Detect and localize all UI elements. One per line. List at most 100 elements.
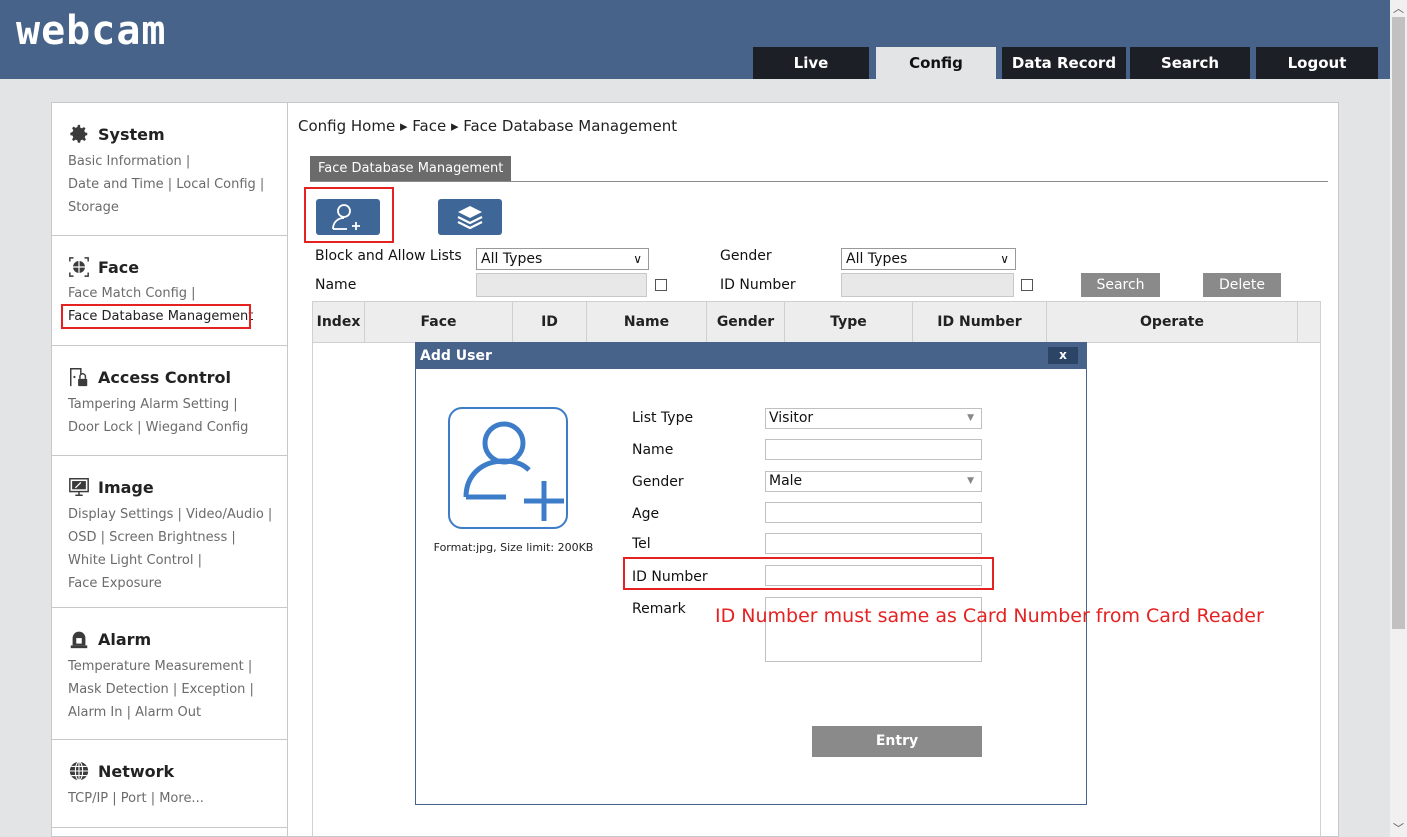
sidebar-title-image: Image	[98, 477, 154, 497]
sidebar-head-access-control[interactable]: Access Control	[68, 366, 231, 388]
scroll-up-icon[interactable]: ︿	[1390, 0, 1407, 17]
gender-value: Male	[769, 473, 803, 489]
col-face[interactable]: Face	[365, 302, 513, 342]
col-name[interactable]: Name	[587, 302, 707, 342]
tab-search[interactable]: Search	[1130, 47, 1250, 79]
list-type-select[interactable]: All Types ∨	[476, 248, 649, 270]
link-temperature-measurement[interactable]: Temperature Measurement |	[68, 655, 278, 678]
link-date-time-local-config[interactable]: Date and Time | Local Config |	[68, 173, 278, 196]
add-user-icon	[463, 421, 564, 521]
name-input[interactable]	[765, 439, 982, 460]
page-scrollbar[interactable]: ︿ ﹀	[1390, 0, 1407, 837]
list-type-value: Visitor	[769, 410, 814, 426]
sidebar-section-image: Image Display Settings | Video/Audio | O…	[52, 456, 287, 608]
gender-select[interactable]: All Types ∨	[841, 248, 1016, 270]
gear-icon	[70, 124, 88, 143]
annotation-note: ID Number must same as Card Number from …	[715, 605, 1264, 627]
highlight-box-id-number	[623, 557, 994, 590]
sidebar-title-network: Network	[98, 761, 175, 781]
highlight-box-add-user	[304, 187, 394, 243]
col-gender[interactable]: Gender	[707, 302, 785, 342]
col-type[interactable]: Type	[785, 302, 913, 342]
sidebar-head-system[interactable]: System	[68, 123, 165, 145]
gender-select-value: All Types	[846, 251, 908, 267]
tab-face-database-management[interactable]: Face Database Management	[310, 156, 512, 182]
tab-divider	[310, 181, 1328, 182]
link-basic-information[interactable]: Basic Information |	[68, 150, 278, 173]
tab-config[interactable]: Config	[876, 47, 996, 79]
sidebar-head-image[interactable]: Image	[68, 476, 154, 498]
alarm-bell-icon	[70, 631, 88, 649]
top-header: webcam Live Config Data Record Search Lo…	[0, 0, 1390, 79]
id-number-filter-checkbox[interactable]	[1021, 279, 1033, 291]
list-type-select-value: All Types	[481, 251, 543, 267]
gender-label: Gender	[632, 474, 684, 490]
sidebar-title-face: Face	[98, 257, 140, 277]
sidebar-section-access-control: Access Control Tampering Alarm Setting |…	[52, 346, 287, 456]
id-number-filter-input[interactable]	[841, 273, 1014, 297]
dialog-title-text: Add User	[420, 348, 492, 364]
sidebar-section-system: System Basic Information | Date and Time…	[52, 103, 287, 236]
link-face-match-config[interactable]: Face Match Config |	[68, 282, 278, 305]
batch-import-button[interactable]	[438, 199, 502, 235]
globe-icon	[69, 761, 89, 781]
triangle-down-icon: ▼	[967, 413, 974, 423]
link-tcpip-port-more[interactable]: TCP/IP | Port | More...	[68, 787, 278, 810]
tab-data-record[interactable]: Data Record	[1002, 47, 1126, 79]
search-button[interactable]: Search	[1081, 273, 1160, 297]
tel-label: Tel	[632, 536, 651, 552]
link-door-lock-wiegand[interactable]: Door Lock | Wiegand Config	[68, 416, 278, 439]
name-filter-input[interactable]	[476, 273, 647, 297]
entry-button[interactable]: Entry	[812, 726, 982, 757]
face-photo-upload[interactable]	[448, 407, 568, 529]
breadcrumb: Config Home ▸ Face ▸ Face Database Manag…	[298, 117, 678, 135]
age-label: Age	[632, 506, 660, 522]
gender-filter-label: Gender	[720, 248, 772, 264]
link-tampering-alarm-setting[interactable]: Tampering Alarm Setting |	[68, 393, 278, 416]
sidebar-title-alarm: Alarm	[98, 629, 152, 649]
link-alarm-in-out[interactable]: Alarm In | Alarm Out	[68, 701, 278, 724]
id-number-filter-label: ID Number	[720, 277, 796, 293]
sidebar-links-system: Basic Information | Date and Time | Loca…	[68, 150, 278, 219]
tab-logout[interactable]: Logout	[1256, 47, 1378, 79]
triangle-down-icon: ▼	[967, 476, 974, 486]
scroll-down-icon[interactable]: ﹀	[1390, 820, 1407, 837]
layers-icon	[457, 206, 483, 230]
sidebar-head-face[interactable]: Face	[68, 256, 139, 278]
link-white-light-control[interactable]: White Light Control |	[68, 549, 278, 572]
list-type-dropdown[interactable]: Visitor ▼	[765, 408, 982, 429]
chevron-down-icon: ∨	[1000, 252, 1009, 266]
gender-dropdown[interactable]: Male ▼	[765, 471, 982, 492]
tel-input[interactable]	[765, 533, 982, 554]
link-mask-detection-exception[interactable]: Mask Detection | Exception |	[68, 678, 278, 701]
age-input[interactable]	[765, 502, 982, 523]
link-storage[interactable]: Storage	[68, 196, 278, 219]
name-filter-checkbox[interactable]	[655, 279, 667, 291]
remark-label: Remark	[632, 601, 686, 617]
sidebar-section-face: Face Face Match Config | Face Database M…	[52, 236, 287, 346]
col-id-number[interactable]: ID Number	[913, 302, 1047, 342]
close-icon[interactable]: x	[1048, 347, 1078, 364]
col-id[interactable]: ID	[513, 302, 587, 342]
sidebar-links-alarm: Temperature Measurement | Mask Detection…	[68, 655, 278, 724]
delete-button[interactable]: Delete	[1203, 273, 1281, 297]
sidebar-title-access-control: Access Control	[98, 367, 231, 387]
dialog-title: Add User x	[416, 343, 1086, 369]
format-note: Format:jpg, Size limit: 200KB	[433, 541, 594, 554]
scroll-thumb[interactable]	[1392, 17, 1405, 629]
face-scan-icon	[69, 257, 89, 277]
sidebar-section-alarm: Alarm Temperature Measurement | Mask Det…	[52, 608, 287, 740]
door-lock-icon	[70, 368, 88, 387]
col-index[interactable]: Index	[313, 302, 365, 342]
col-operate[interactable]: Operate	[1047, 302, 1298, 342]
list-type-label: List Type	[632, 410, 694, 426]
tab-live[interactable]: Live	[753, 47, 869, 79]
sidebar-head-alarm[interactable]: Alarm	[68, 628, 151, 650]
link-display-settings-video-audio[interactable]: Display Settings | Video/Audio |	[68, 503, 278, 526]
name-filter-label: Name	[315, 277, 357, 293]
link-osd-screen-brightness[interactable]: OSD | Screen Brightness |	[68, 526, 278, 549]
sidebar-head-network[interactable]: Network	[68, 760, 174, 782]
highlight-box-face-db	[61, 304, 251, 329]
link-face-exposure[interactable]: Face Exposure	[68, 572, 278, 595]
users-table-header: Index Face ID Name Gender Type ID Number…	[312, 301, 1321, 343]
